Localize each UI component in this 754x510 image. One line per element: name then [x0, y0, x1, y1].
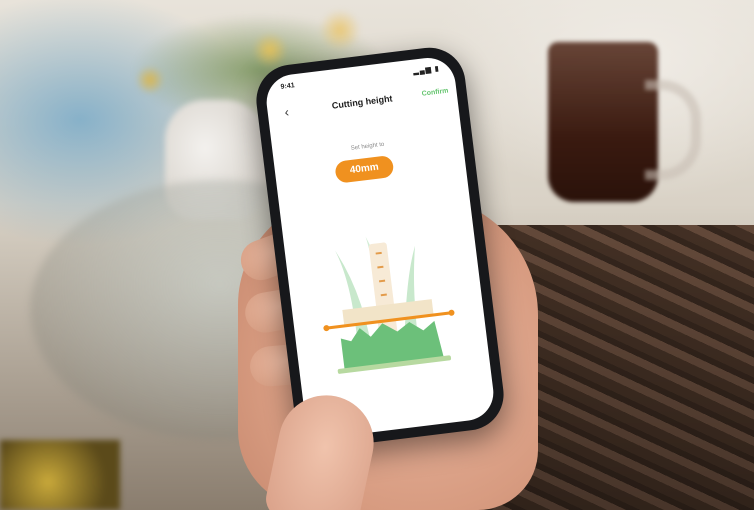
phone-screen: 9:41 ▂▄▆ ▮ ‹ Cutting height Confirm Set … [263, 54, 497, 441]
back-icon[interactable]: ‹ [277, 102, 297, 122]
height-value-pill[interactable]: 40mm [334, 154, 395, 184]
status-time: 9:41 [280, 82, 296, 91]
tea-mug [548, 42, 658, 202]
grass-height-illustration [323, 236, 455, 374]
signal-battery-icon: ▂▄▆ ▮ [412, 65, 441, 76]
cushion-fabric [0, 440, 120, 510]
confirm-button[interactable]: Confirm [421, 88, 448, 98]
cut-line-handle-left[interactable] [323, 325, 330, 332]
cut-line-handle-right[interactable] [448, 309, 455, 316]
photo-scene: 9:41 ▂▄▆ ▮ ‹ Cutting height Confirm Set … [0, 0, 754, 510]
page-title: Cutting height [331, 93, 394, 111]
